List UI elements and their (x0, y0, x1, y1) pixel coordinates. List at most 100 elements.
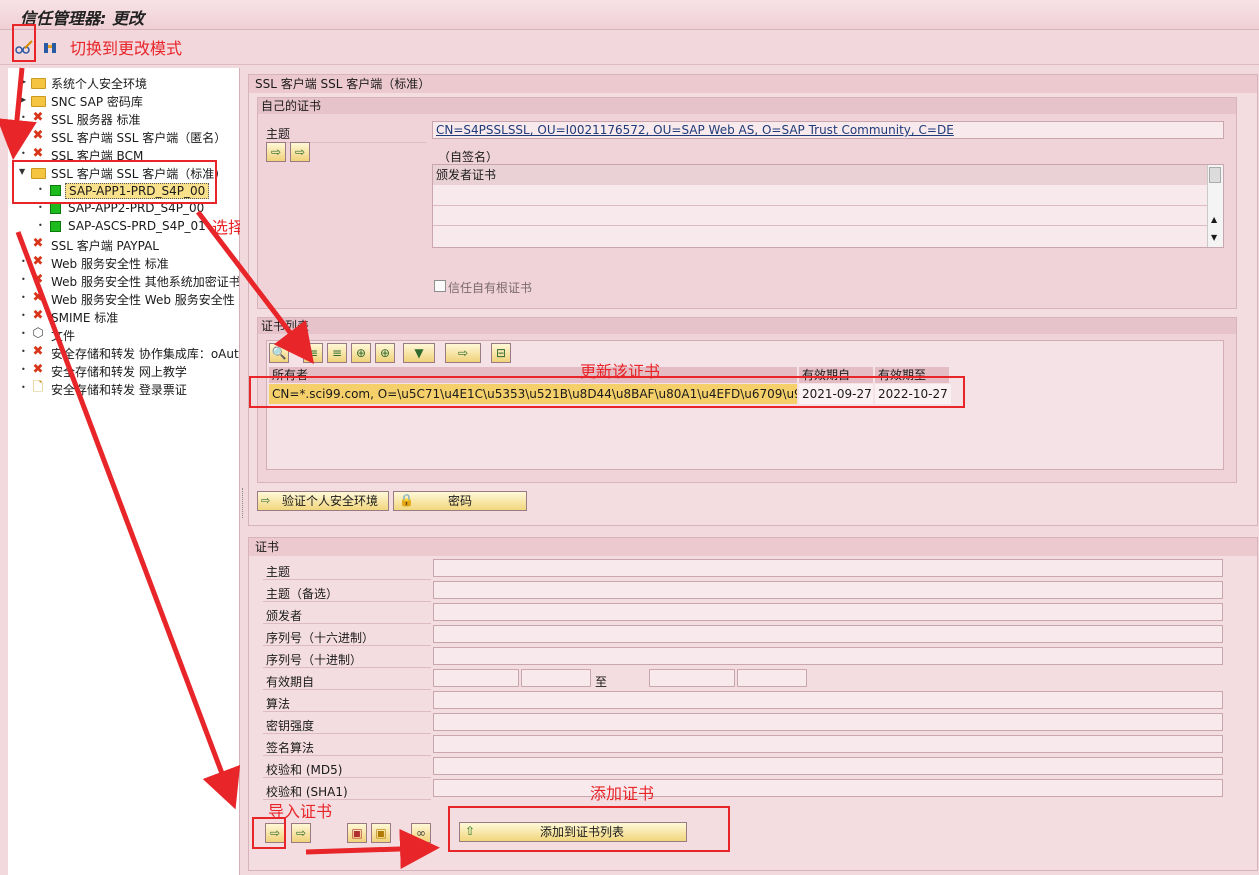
field-label-valid-from: 有效期自 (266, 675, 315, 689)
cert-display-button[interactable]: ∞ (411, 823, 431, 843)
field-label-md5: 校验和 (MD5) (266, 763, 343, 777)
tree-item[interactable]: • ✖ SMIME 标准 (8, 308, 239, 326)
delete-icon: ⊟ (495, 346, 507, 360)
export-cert-button[interactable]: ⇨ (291, 823, 311, 843)
cert-serial-dec-field[interactable] (433, 647, 1223, 665)
import-icon: ⇨ (270, 145, 282, 159)
export-icon: ⇨ (295, 826, 307, 840)
cert-valid-to-time[interactable] (737, 669, 807, 687)
field-label-serial-dec: 序列号（十进制） (266, 653, 363, 667)
cert-key-length-field[interactable] (433, 713, 1223, 731)
tree-item[interactable]: • ⬡ 文件 (8, 326, 239, 344)
tree-item[interactable]: • 🗋 安全存储和转发 登录票证 (8, 380, 239, 398)
tree-item[interactable]: • ✖ SSL 服务器 标准 (8, 110, 239, 128)
folder-icon (31, 78, 46, 89)
pse-group-title: SSL 客户端 SSL 客户端（标准） (249, 75, 1257, 93)
binoculars-icon: ⊕ (355, 346, 367, 360)
field-label-key-length: 密钥强度 (266, 719, 315, 733)
sort-asc-button[interactable]: ≡ (303, 343, 323, 363)
cert-issuer-field[interactable] (433, 603, 1223, 621)
cert-action-button-1[interactable]: ▣ (347, 823, 367, 843)
export-icon: ⇨ (457, 346, 469, 360)
x-icon: ✖ (32, 308, 44, 323)
verify-icon: ⇨ (261, 494, 271, 507)
cert-algorithm-field[interactable] (433, 691, 1223, 709)
to-label: 至 (595, 675, 608, 689)
verify-pse-button[interactable]: 验证个人安全环境 (257, 491, 389, 511)
own-subject-field[interactable]: CN=S4PSSLSSL, OU=I0021176572, OU=SAP Web… (432, 121, 1224, 139)
cert-md5-field[interactable] (433, 757, 1223, 775)
annotation-box-add (448, 806, 730, 852)
delete-cert-button[interactable]: ⊟ (491, 343, 511, 363)
x-icon: ✖ (32, 128, 44, 143)
tree-item-sap-ascs[interactable]: • SAP-ASCS-PRD_S4P_01 (8, 218, 239, 236)
cert-valid-from-time[interactable] (521, 669, 591, 687)
certificate-icon: ▣ (375, 826, 387, 840)
x-icon: ✖ (32, 254, 44, 269)
field-label-subject-alt: 主题（备选） (266, 587, 339, 601)
cube-icon: ⬡ (32, 326, 44, 341)
tree-item[interactable]: • ✖ 安全存储和转发 协作集成库：oAuth (8, 344, 239, 362)
field-label-subject: 主题 (266, 565, 291, 579)
cert-valid-from-date[interactable] (433, 669, 519, 687)
field-label-sig-algorithm: 签名算法 (266, 741, 315, 755)
export-icon: ⇨ (294, 145, 306, 159)
cert-sha1-field[interactable] (433, 779, 1223, 797)
find-button[interactable]: ⊕ (351, 343, 371, 363)
filter-button[interactable]: ▼ (403, 343, 435, 363)
trust-root-checkbox[interactable] (434, 280, 446, 292)
tree-item[interactable]: • ✖ Web 服务安全性 其他系统加密证书 (8, 272, 239, 290)
tree-item[interactable]: ▶ 系统个人安全环境 (8, 74, 239, 92)
subject-label: 主题 (266, 127, 291, 141)
tree-item[interactable]: • ✖ SSL 客户端 SSL 客户端（匿名） (8, 128, 239, 146)
issuer-scrollbar[interactable]: ▲ ▼ (1207, 165, 1223, 247)
splitter[interactable] (240, 68, 248, 875)
binoculars-button[interactable] (40, 38, 60, 58)
annotation-box-mode-button (12, 24, 36, 62)
field-label-algorithm: 算法 (266, 697, 291, 711)
issuer-header: 颁发者证书 (433, 165, 1207, 185)
tree-item[interactable]: ▶ SNC SAP 密码库 (8, 92, 239, 110)
cert-valid-to-date[interactable] (649, 669, 735, 687)
export-own-cert-button[interactable]: ⇨ (290, 142, 310, 162)
cert-sig-algorithm-field[interactable] (433, 735, 1223, 753)
tree-item[interactable]: • ✖ SSL 客户端 PAYPAL (8, 236, 239, 254)
pse-group: SSL 客户端 SSL 客户端（标准） 自己的证书 主题 CN=S4PSSLSS… (248, 74, 1258, 526)
own-cert-panel: 自己的证书 主题 CN=S4PSSLSSL, OU=I0021176572, O… (257, 97, 1237, 309)
own-cert-title: 自己的证书 (258, 98, 1236, 114)
annotation-box-tree-selection (12, 160, 217, 204)
x-icon: ✖ (32, 362, 44, 377)
detail-icon: 🔍 (271, 346, 287, 360)
annotation-box-cert-row (249, 376, 965, 408)
cert-detail-button[interactable]: 🔍 (269, 343, 289, 363)
folder-icon (31, 96, 46, 107)
sort-desc-button[interactable]: ≡ (327, 343, 347, 363)
tree-item[interactable]: • ✖ 安全存储和转发 网上教学 (8, 362, 239, 380)
x-icon: ✖ (32, 344, 44, 359)
import-own-cert-button[interactable]: ⇨ (266, 142, 286, 162)
export-list-button[interactable]: ⇨ (445, 343, 481, 363)
certificate-group-title: 证书 (249, 538, 1257, 556)
cert-subject-alt-field[interactable] (433, 581, 1223, 599)
glasses-icon: ∞ (416, 826, 426, 840)
green-square-icon (50, 203, 61, 214)
cert-action-button-2[interactable]: ▣ (371, 823, 391, 843)
green-square-icon (50, 221, 61, 232)
trust-root-label: 信任自有根证书 (448, 281, 533, 295)
x-icon: ✖ (32, 290, 44, 305)
annotation-switch-mode: 切换到更改模式 (70, 39, 183, 58)
tree-item[interactable]: • ✖ Web 服务安全性 Web 服务安全性 (8, 290, 239, 308)
cert-serial-hex-field[interactable] (433, 625, 1223, 643)
field-label-issuer: 颁发者 (266, 609, 303, 623)
binoculars-icon (44, 43, 56, 53)
annotation-box-import (252, 817, 286, 849)
certificate-group: 证书 主题 主题（备选） 颁发者 序列号（十六进制） 序列号（十进制） 有效期自… (248, 537, 1258, 871)
application-toolbar: 切换到更改模式 (0, 31, 1259, 65)
x-icon: ✖ (32, 236, 44, 251)
title-bar: 信任管理器: 更改 (0, 0, 1259, 30)
find-next-icon: ⊕ (379, 346, 391, 360)
self-signed-label: （自签名） (438, 150, 499, 164)
find-next-button[interactable]: ⊕ (375, 343, 395, 363)
cert-subject-field[interactable] (433, 559, 1223, 577)
tree-item[interactable]: • ✖ Web 服务安全性 标准 (8, 254, 239, 272)
